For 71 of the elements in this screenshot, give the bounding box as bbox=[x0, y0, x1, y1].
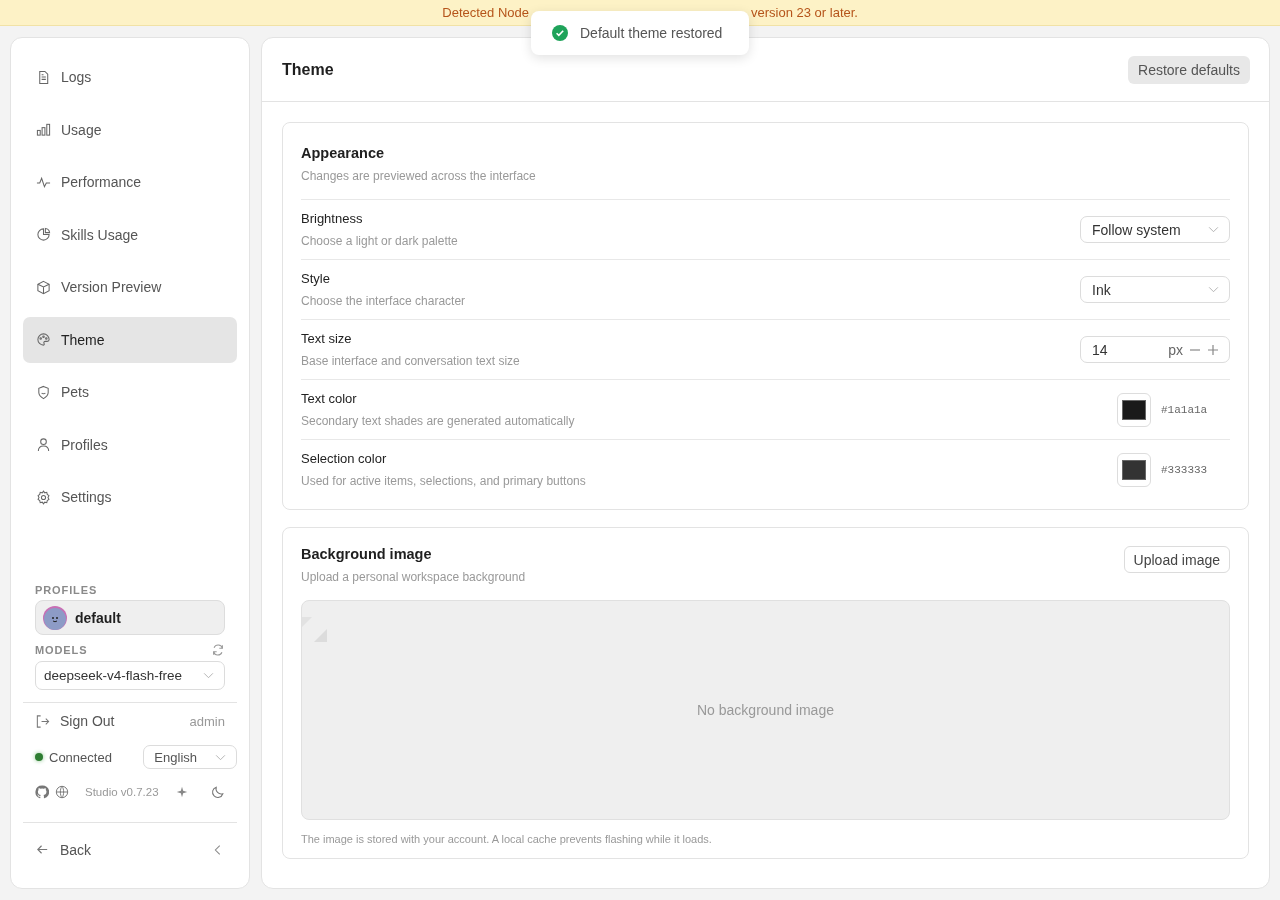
color-swatch[interactable] bbox=[1117, 392, 1151, 427]
footnote: The image is stored with your account. A local cache prevents flashing while it loads. bbox=[301, 833, 713, 845]
card-title: Background image bbox=[301, 546, 433, 562]
pie-chart-icon bbox=[36, 227, 51, 242]
pulse-icon bbox=[36, 174, 51, 190]
card-subtitle: Changes are previewed across the interface bbox=[301, 169, 537, 183]
sign-out-icon bbox=[35, 713, 50, 729]
username: admin bbox=[189, 713, 225, 729]
bar-chart-icon bbox=[36, 122, 51, 137]
dropdown[interactable]: Follow system bbox=[1080, 216, 1230, 243]
chevron-down-icon bbox=[203, 672, 214, 679]
color-value: #1a1a1a bbox=[1161, 403, 1208, 416]
setting-hint: Base interface and conversation text size bbox=[301, 354, 520, 368]
connection-status: Connected bbox=[49, 749, 112, 765]
version-label: Studio v0.7.23 bbox=[85, 786, 159, 798]
number-field[interactable]: 14 px bbox=[1080, 336, 1230, 363]
nav-item[interactable]: Pets bbox=[23, 369, 237, 415]
globe-icon[interactable] bbox=[55, 785, 69, 799]
setting-label: Text size bbox=[301, 331, 353, 346]
setting-label: Text color bbox=[301, 391, 358, 406]
shield-icon bbox=[36, 384, 51, 400]
github-icon[interactable] bbox=[35, 785, 49, 799]
nav-item[interactable]: Version Preview bbox=[23, 264, 237, 310]
check-icon bbox=[552, 25, 568, 41]
nav-item[interactable]: Performance bbox=[23, 159, 237, 205]
plus-icon[interactable] bbox=[1207, 343, 1219, 356]
color-swatch[interactable] bbox=[1117, 452, 1151, 487]
nav-item[interactable]: Logs bbox=[23, 54, 237, 100]
user-icon bbox=[36, 437, 51, 452]
dropdown[interactable]: Ink bbox=[1080, 276, 1230, 303]
setting-label: Style bbox=[301, 271, 331, 286]
warning-text: version 23 or later. bbox=[751, 5, 858, 20]
moon-icon[interactable] bbox=[211, 785, 225, 799]
chevron-down-icon bbox=[1208, 286, 1219, 293]
card-title: Appearance bbox=[301, 145, 385, 161]
sign-out-button[interactable]: Sign Out bbox=[35, 713, 115, 729]
page-title: Theme bbox=[282, 60, 334, 79]
settings-icon bbox=[36, 489, 51, 505]
setting-hint: Choose a light or dark palette bbox=[301, 234, 458, 248]
avatar-icon bbox=[43, 605, 67, 630]
document-icon bbox=[36, 69, 51, 85]
nav-item[interactable]: Settings bbox=[23, 474, 237, 520]
unit-label: px bbox=[1168, 341, 1183, 358]
refresh-icon[interactable] bbox=[211, 643, 225, 657]
profile-name: default bbox=[75, 609, 121, 626]
toast-text: Default theme restored bbox=[580, 25, 723, 41]
profile-selector[interactable]: default bbox=[35, 600, 225, 635]
setting-label: Brightness bbox=[301, 211, 364, 226]
setting-hint: Choose the interface character bbox=[301, 294, 466, 308]
upload-image-button[interactable]: Upload image bbox=[1123, 546, 1230, 573]
nav-item[interactable]: Profiles bbox=[23, 421, 237, 468]
section-heading: MODELS bbox=[35, 644, 88, 656]
nav-item[interactable]: Theme bbox=[23, 316, 237, 363]
chevron-down-icon bbox=[1208, 226, 1219, 233]
cube-icon bbox=[36, 279, 51, 295]
language-select[interactable]: English bbox=[143, 745, 237, 769]
setting-hint: Secondary text shades are generated automatically bbox=[301, 414, 575, 428]
restore-defaults-button[interactable]: Restore defaults bbox=[1128, 55, 1250, 84]
empty-message: No background image bbox=[697, 702, 834, 718]
setting-hint: Used for active items, selections, and primary buttons bbox=[301, 474, 586, 488]
model-select[interactable]: deepseek-v4-flash-free bbox=[35, 661, 225, 690]
card-subtitle: Upload a personal workspace background bbox=[301, 570, 526, 584]
back-button[interactable]: Back bbox=[35, 841, 92, 858]
nav-item[interactable]: Usage bbox=[23, 106, 237, 153]
color-value: #333333 bbox=[1161, 463, 1208, 476]
setting-label: Selection color bbox=[301, 451, 388, 466]
palette-icon bbox=[36, 332, 51, 347]
nav-item[interactable]: Skills Usage bbox=[23, 211, 237, 258]
section-heading: PROFILES bbox=[34, 584, 99, 596]
chevron-down-icon bbox=[215, 753, 226, 761]
warning-text: Detected Node bbox=[442, 5, 529, 20]
